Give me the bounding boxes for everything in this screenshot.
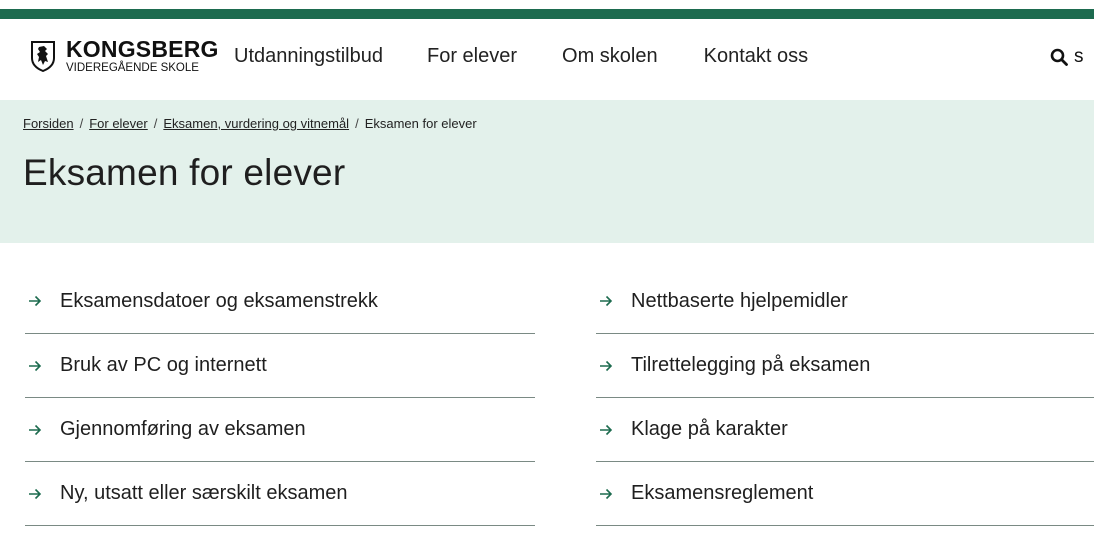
breadcrumb-link-for-elever[interactable]: For elever xyxy=(89,116,148,131)
link-label: Klage på karakter xyxy=(631,418,788,440)
arrow-right-icon xyxy=(29,488,42,499)
crest-icon xyxy=(31,41,55,73)
link-label: Tilrettelegging på eksamen xyxy=(631,354,871,376)
top-bar xyxy=(0,0,1094,20)
nav-item-om-skolen[interactable]: Om skolen xyxy=(562,44,658,68)
main-nav: Utdanningstilbud For elever Om skolen Ko… xyxy=(234,44,852,68)
search-label: s xyxy=(1074,46,1084,67)
link-bruk-av-pc[interactable]: Bruk av PC og internett xyxy=(25,334,535,398)
nav-item-for-elever[interactable]: For elever xyxy=(427,44,517,68)
link-label: Eksamensdatoer og eksamenstrekk xyxy=(60,289,378,312)
nav-item-utdanningstilbud[interactable]: Utdanningstilbud xyxy=(234,44,383,68)
site-logo[interactable]: KONGSBERG VIDEREGÅENDE SKOLE xyxy=(30,38,219,75)
breadcrumb: Forsiden / For elever / Eksamen, vurderi… xyxy=(23,116,477,131)
link-tilrettelegging[interactable]: Tilrettelegging på eksamen xyxy=(596,334,1094,398)
arrow-right-icon xyxy=(600,488,613,499)
search-icon xyxy=(1050,48,1068,66)
arrow-right-icon xyxy=(29,424,42,435)
link-label: Nettbaserte hjelpemidler xyxy=(631,289,848,312)
arrow-right-icon xyxy=(600,295,613,307)
link-column-right: Nettbaserte hjelpemidler Tilrettelegging… xyxy=(596,270,1094,526)
breadcrumb-link-eksamen-vurdering[interactable]: Eksamen, vurdering og vitnemål xyxy=(163,116,349,131)
arrow-right-icon xyxy=(29,360,42,371)
breadcrumb-separator: / xyxy=(355,116,359,131)
nav-item-kontakt-oss[interactable]: Kontakt oss xyxy=(704,44,809,68)
arrow-right-icon xyxy=(600,360,613,371)
link-label: Ny, utsatt eller særskilt eksamen xyxy=(60,482,348,504)
link-label: Eksamensreglement xyxy=(631,482,814,504)
logo-subtitle: VIDEREGÅENDE SKOLE xyxy=(66,62,199,74)
link-column-left: Eksamensdatoer og eksamenstrekk Bruk av … xyxy=(25,270,535,526)
breadcrumb-separator: / xyxy=(79,116,84,131)
logo-name: KONGSBERG xyxy=(66,36,219,62)
site-header: KONGSBERG VIDEREGÅENDE SKOLE Utdanningst… xyxy=(0,20,1094,100)
link-ny-utsatt-sarskilt[interactable]: Ny, utsatt eller særskilt eksamen xyxy=(25,462,535,526)
arrow-right-icon xyxy=(600,424,613,435)
arrow-right-icon xyxy=(29,295,42,307)
link-eksamensreglement[interactable]: Eksamensreglement xyxy=(596,462,1094,526)
link-klage-pa-karakter[interactable]: Klage på karakter xyxy=(596,398,1094,462)
search-button[interactable]: s xyxy=(1050,46,1084,68)
link-label: Gjennomføring av eksamen xyxy=(60,418,306,440)
breadcrumb-current: Eksamen for elever xyxy=(364,116,477,131)
breadcrumb-separator: / xyxy=(153,116,158,131)
page-hero: Forsiden / For elever / Eksamen, vurderi… xyxy=(0,100,1094,243)
breadcrumb-link-forsiden[interactable]: Forsiden xyxy=(23,116,74,131)
accent-stripe xyxy=(0,9,1094,19)
page-title: Eksamen for elever xyxy=(23,152,346,193)
link-gjennomforing[interactable]: Gjennomføring av eksamen xyxy=(25,398,535,462)
link-eksamensdatoer[interactable]: Eksamensdatoer og eksamenstrekk xyxy=(25,269,535,334)
link-label: Bruk av PC og internett xyxy=(60,354,267,376)
link-nettbaserte-hjelpemidler[interactable]: Nettbaserte hjelpemidler xyxy=(596,269,1094,334)
